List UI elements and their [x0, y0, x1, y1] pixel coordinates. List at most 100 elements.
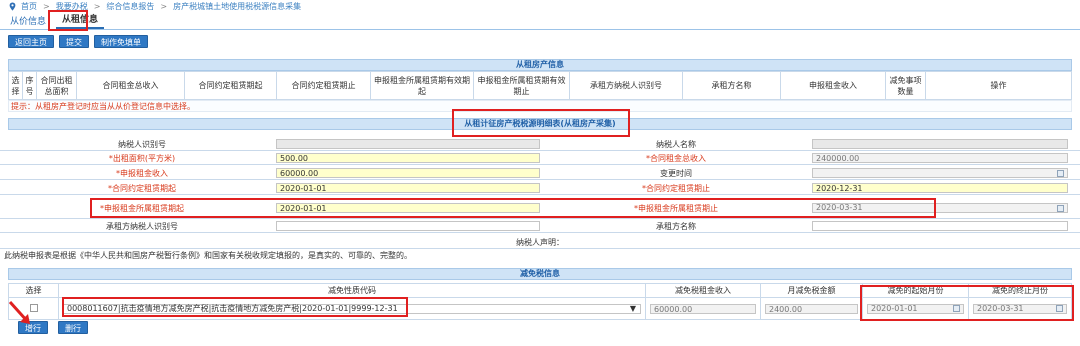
tab-bar: 从价信息 从租信息 [0, 12, 1080, 30]
relief-section-title: 减免税信息 [8, 268, 1072, 280]
column-header: 减免税租金收入 [645, 283, 761, 298]
column-header: 减免事项数量 [885, 71, 926, 100]
period-start-label: *申报租金所属租赁期起 [100, 203, 184, 213]
breadcrumb-home[interactable]: 首页 [21, 1, 37, 12]
divider [0, 150, 1080, 151]
column-header: 选择 [8, 283, 59, 298]
lessee-id-label: 承租方纳税人识别号 [106, 221, 178, 231]
change-time-label: 变更时间 [660, 168, 692, 178]
declaration-text: 此纳税申报表是根据《中华人民共和国房产税暂行条例》和国家有关税收规定填报的，是真… [4, 251, 412, 260]
lessee-name-label: 承租方名称 [656, 221, 696, 231]
declaration-label: 纳税人声明： [516, 238, 564, 247]
column-header: 减免性质代码 [58, 283, 646, 298]
column-header: 减免的起始月份 [862, 283, 969, 298]
divider [0, 179, 1080, 180]
area-label: *出租面积(平方米) [108, 153, 176, 163]
column-header: 申报租金所属租赁期有效期止 [473, 71, 570, 100]
column-header: 操作 [925, 71, 1072, 100]
calendar-icon[interactable] [1056, 305, 1063, 312]
rent-info-table: 选择 序号 合同出租总面积 合同租金总收入 合同约定租赁期起 合同约定租赁期止 … [8, 71, 1072, 100]
divider [0, 194, 1080, 195]
lessee-id-input[interactable] [276, 221, 540, 231]
divider [0, 218, 1080, 219]
start-month-value: 2020-01-01 [871, 303, 918, 313]
period-end-value: 2020-03-31 [816, 203, 863, 212]
declared-income-label: *申报租金收入 [116, 168, 168, 178]
divider [0, 232, 1080, 233]
column-header: 申报租金收入 [780, 71, 886, 100]
breadcrumb: 首页 > 我要办税 > 综合信息报告 > 房产税城镇土地使用税税源信息采集 [0, 0, 1080, 12]
end-month-value: 2020-03-31 [977, 303, 1024, 313]
divider [0, 248, 1080, 249]
calendar-icon[interactable] [1057, 170, 1064, 177]
column-header: 合同租金总收入 [76, 71, 185, 100]
relief-code-value: 0008011607|抗击疫情地方减免房产税|抗击疫情地方减免房产税|2020-… [67, 303, 398, 313]
contract-income-label: *合同租金总收入 [646, 153, 706, 163]
column-header: 承租方纳税人识别号 [569, 71, 683, 100]
form-row-taxpayer: 纳税人识别号 纳税人名称 [8, 138, 1072, 150]
detail-section-title: 从租计征房产税税源明细表(从租房产采集) [8, 118, 1072, 130]
monthly-amount-cell: 2400.00 [760, 297, 863, 320]
monthly-amount-input[interactable]: 2400.00 [765, 303, 858, 314]
contract-end-label: *合同约定租赁期止 [642, 183, 710, 193]
period-start-input[interactable]: 2020-01-01 [276, 203, 540, 213]
column-header: 月减免税金额 [760, 283, 863, 298]
column-header: 序号 [22, 71, 37, 100]
end-month-input[interactable]: 2020-03-31 [973, 303, 1067, 314]
calendar-icon[interactable] [953, 305, 960, 312]
relief-table: 选择 减免性质代码 减免税租金收入 月减免税金额 减免的起始月份 减免的终止月份… [8, 283, 1072, 320]
period-end-label: *申报租金所属租赁期止 [634, 203, 718, 213]
table-header-row: 选择 序号 合同出租总面积 合同租金总收入 合同约定租赁期起 合同约定租赁期止 … [8, 71, 1072, 100]
contract-income-input[interactable]: 240000.00 [812, 153, 1068, 163]
form-row-declared-income: *申报租金收入 60000.00 变更时间 [8, 167, 1072, 179]
contract-start-label: *合同约定租赁期起 [108, 183, 176, 193]
column-header: 承租方名称 [682, 71, 781, 100]
dropdown-arrow-icon[interactable]: ▼ [630, 304, 636, 314]
toolbar: 返回主页 提交 制作免填单 [8, 35, 148, 49]
end-month-cell: 2020-03-31 [968, 297, 1072, 320]
submit-button[interactable]: 提交 [59, 35, 89, 48]
calendar-icon[interactable] [1057, 204, 1064, 212]
divider [0, 164, 1080, 165]
location-pin-icon [9, 1, 16, 11]
breadcrumb-report[interactable]: 综合信息报告 [106, 1, 154, 12]
relief-income-cell: 60000.00 [645, 297, 761, 320]
relief-income-input[interactable]: 60000.00 [650, 303, 756, 314]
rent-info-section-title: 从租房产信息 [8, 59, 1072, 71]
tab-rent-info[interactable]: 从租信息 [56, 10, 105, 29]
change-time-input[interactable] [812, 168, 1068, 178]
relief-code-select[interactable]: 0008011607|抗击疫情地方减免房产税|抗击疫情地方减免房产税|2020-… [63, 303, 641, 314]
table-header-row: 选择 减免性质代码 减免税租金收入 月减免税金额 减免的起始月份 减免的终止月份 [8, 283, 1072, 298]
form-row-area: *出租面积(平方米) 500.00 *合同租金总收入 240000.00 [8, 152, 1072, 164]
table-row: 0008011607|抗击疫情地方减免房产税|抗击疫情地方减免房产税|2020-… [8, 297, 1072, 320]
breadcrumb-separator: > [160, 1, 168, 11]
form-row-lessee: 承租方纳税人识别号 承租方名称 [8, 220, 1072, 232]
delete-row-button[interactable]: 删行 [58, 321, 88, 334]
taxpayer-name-label: 纳税人名称 [656, 139, 696, 149]
column-header: 申报租金所属租赁期有效期起 [370, 71, 474, 100]
back-home-button[interactable]: 返回主页 [8, 35, 54, 48]
start-month-input[interactable]: 2020-01-01 [867, 303, 964, 314]
declared-income-input[interactable]: 60000.00 [276, 168, 540, 178]
form-row-declared-period: *申报租金所属租赁期起 2020-01-01 *申报租金所属租赁期止 2020-… [8, 202, 1072, 214]
start-month-cell: 2020-01-01 [862, 297, 969, 320]
lessee-name-input[interactable] [812, 221, 1068, 231]
form-row-contract-period: *合同约定租赁期起 2020-01-01 *合同约定租赁期止 2020-12-3… [8, 182, 1072, 194]
tab-price-info[interactable]: 从价信息 [4, 12, 52, 29]
breadcrumb-separator: > [43, 1, 50, 11]
column-header: 减免的终止月份 [968, 283, 1072, 298]
area-input[interactable]: 500.00 [276, 153, 540, 163]
taxpayer-name-field [812, 139, 1068, 149]
column-header: 合同约定租赁期止 [276, 71, 371, 100]
column-header: 选择 [8, 71, 23, 100]
period-end-input[interactable]: 2020-03-31 [812, 203, 1068, 213]
taxpayer-id-field [276, 139, 540, 149]
relief-code-cell: 0008011607|抗击疫情地方减免房产税|抗击疫情地方减免房产税|2020-… [58, 297, 646, 320]
contract-start-input[interactable]: 2020-01-01 [276, 183, 540, 193]
breadcrumb-current: 房产税城镇土地使用税税源信息采集 [173, 1, 302, 11]
contract-end-input[interactable]: 2020-12-31 [812, 183, 1068, 193]
red-arrow-icon [8, 300, 30, 324]
column-header: 合同出租总面积 [36, 71, 77, 100]
make-voucher-button[interactable]: 制作免填单 [94, 35, 148, 48]
column-header: 合同约定租赁期起 [184, 71, 277, 100]
